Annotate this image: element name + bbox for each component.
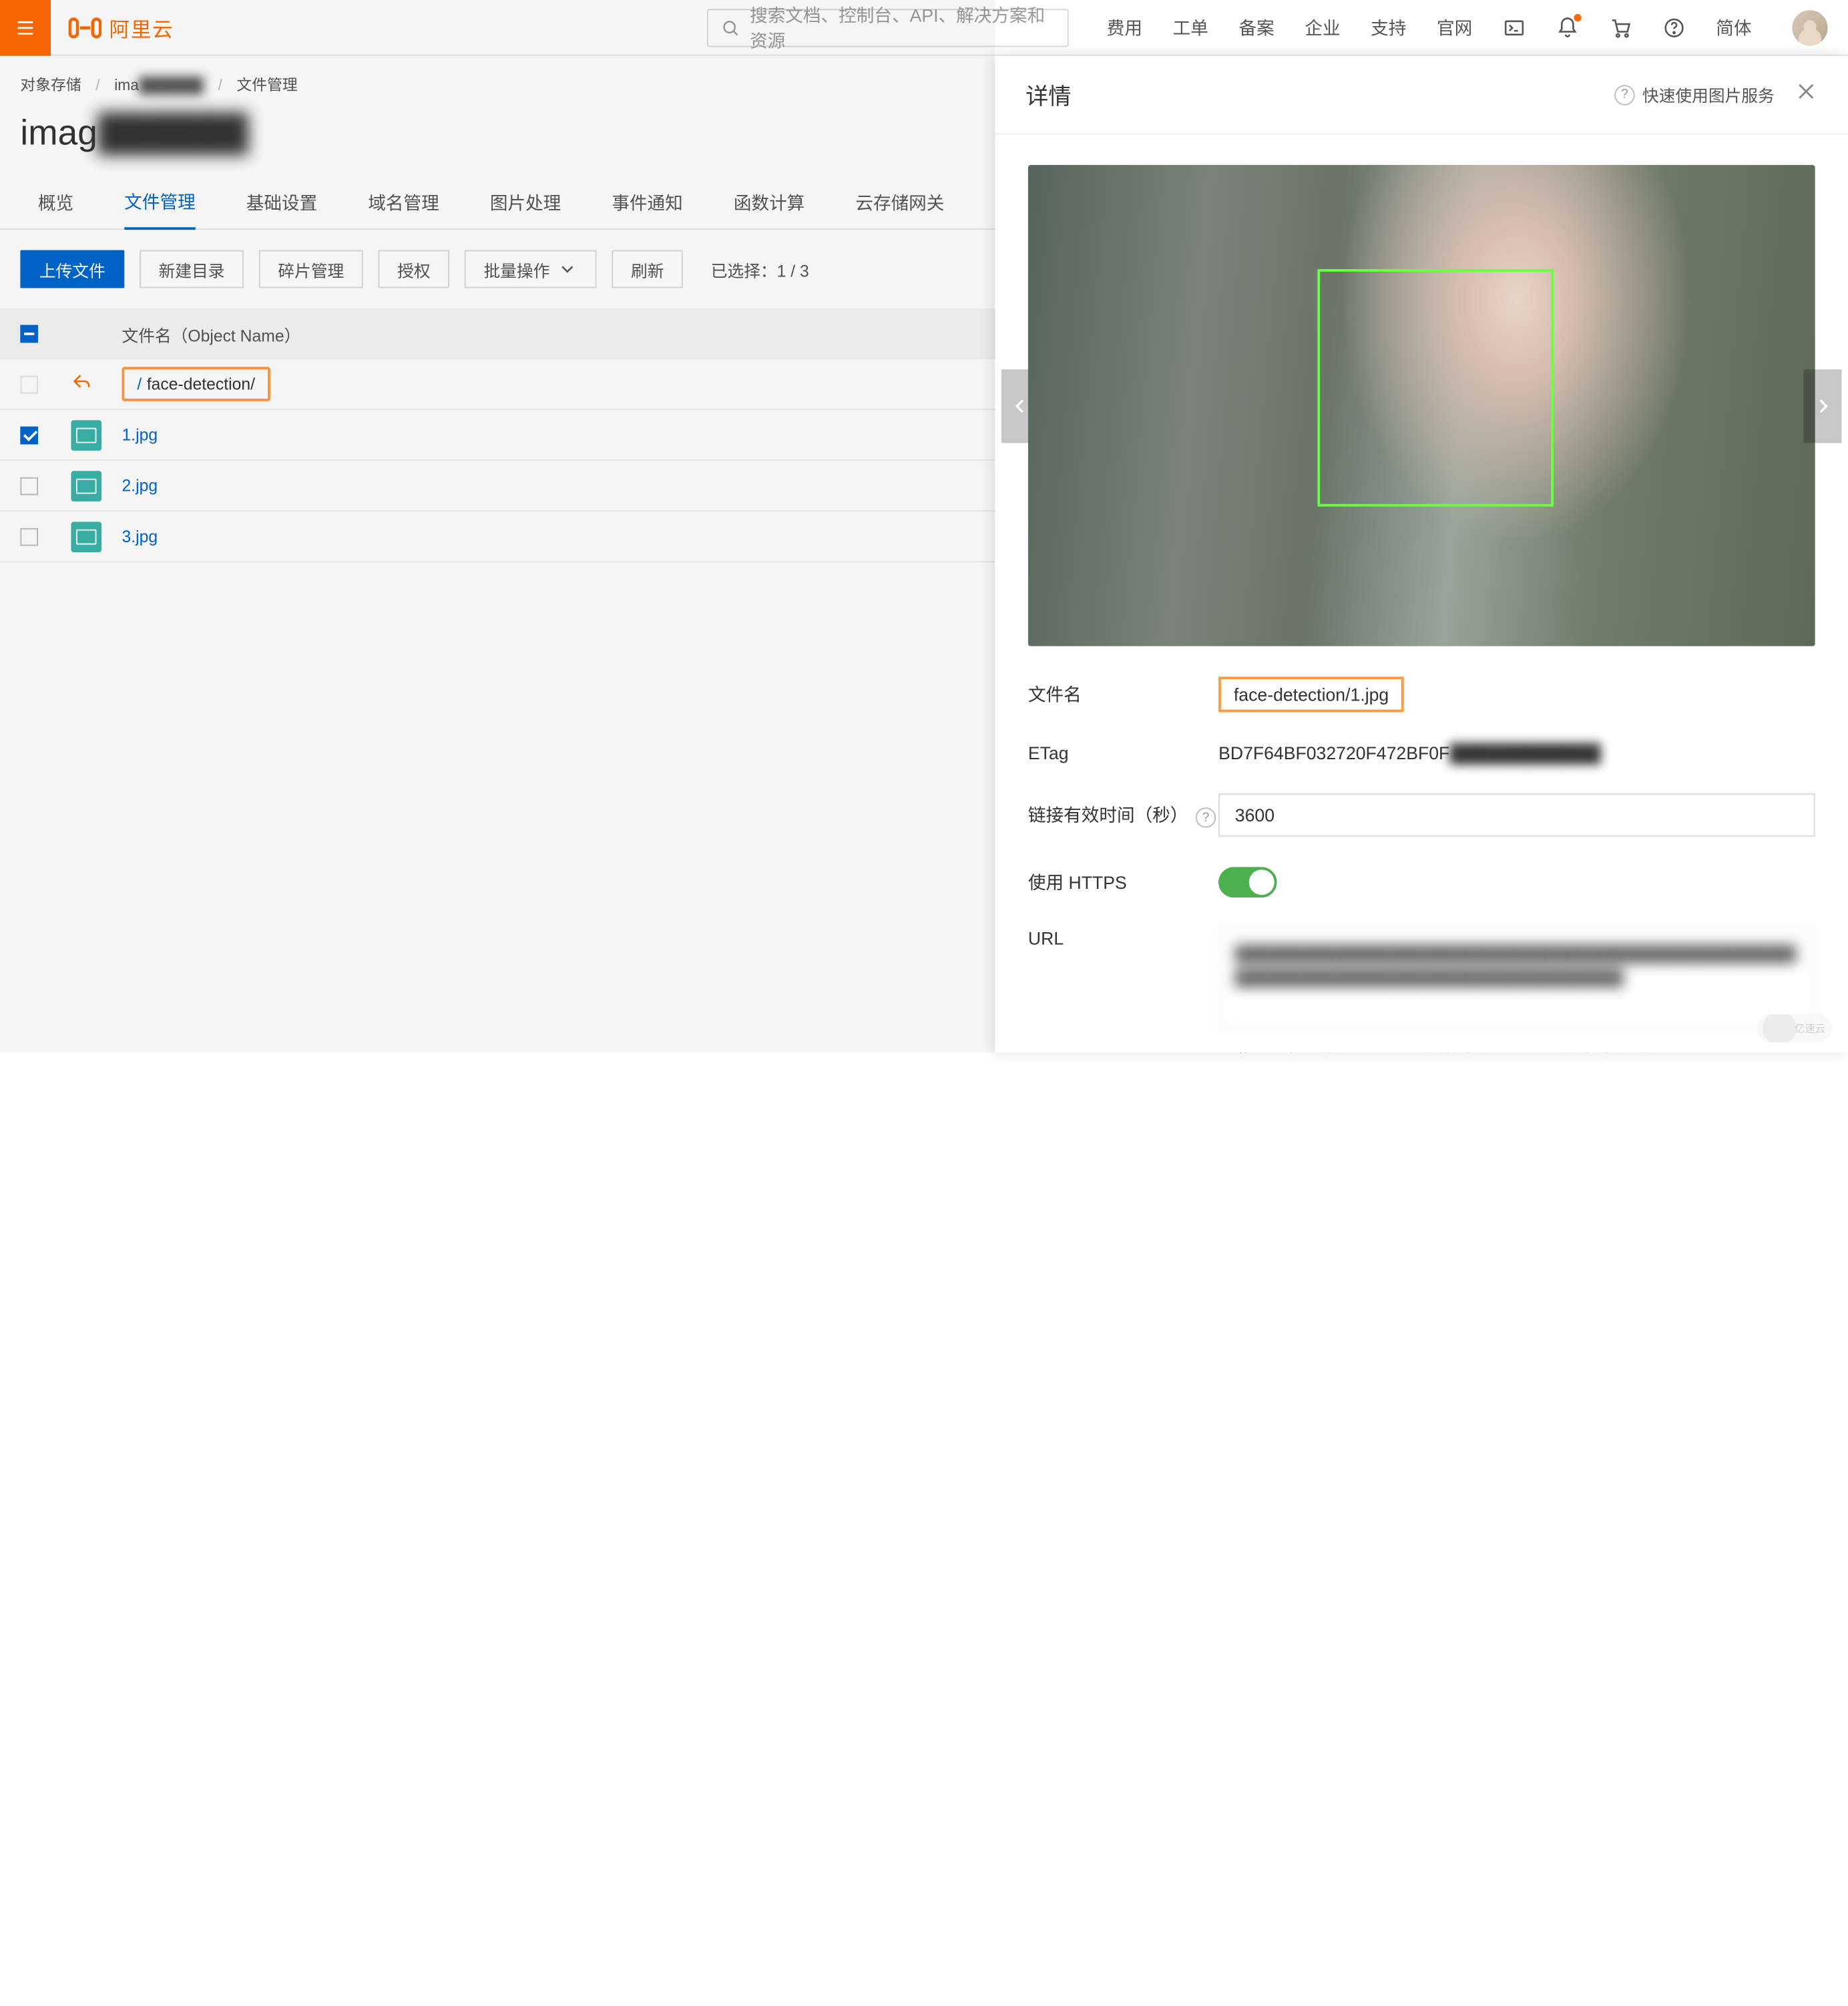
cloudshell-icon[interactable] xyxy=(1503,16,1526,39)
tab-fc[interactable]: 函数计算 xyxy=(734,178,804,228)
search-placeholder: 搜索文档、控制台、API、解决方案和资源 xyxy=(750,2,1055,53)
tab-gateway[interactable]: 云存储网关 xyxy=(855,178,944,228)
ttl-label: 链接有效时间（秒）? xyxy=(1028,802,1218,828)
etag-label: ETag xyxy=(1028,743,1218,763)
crumb-current: 文件管理 xyxy=(236,76,297,94)
image-preview xyxy=(1028,165,1815,646)
batch-label: 批量操作 xyxy=(483,257,549,281)
nav-ticket[interactable]: 工单 xyxy=(1173,15,1208,40)
url-textarea[interactable]: ████████████████████████████████████████… xyxy=(1218,928,1815,1030)
field-etag: ETag BD7F64BF032720F472BF0F████████████ xyxy=(1028,743,1815,763)
preview-wrap xyxy=(1028,165,1815,646)
tab-image[interactable]: 图片处理 xyxy=(490,178,561,228)
crumb-sep: / xyxy=(95,76,99,94)
image-file-icon xyxy=(71,470,101,501)
detail-panel: 详情 ? 快速使用图片服务 xyxy=(995,56,1848,1052)
tab-files[interactable]: 文件管理 xyxy=(124,176,195,230)
tab-settings[interactable]: 基础设置 xyxy=(246,178,317,228)
row-checkbox[interactable] xyxy=(20,528,38,546)
hamburger-menu-button[interactable] xyxy=(0,0,51,55)
help-icon[interactable] xyxy=(1662,16,1685,39)
refresh-button[interactable]: 刷新 xyxy=(612,250,682,288)
top-header: 阿里云 搜索文档、控制台、API、解决方案和资源 费用 工单 备案 企业 支持 … xyxy=(0,0,1848,56)
bell-icon[interactable] xyxy=(1556,16,1579,39)
path-breadcrumb[interactable]: / face-detection/ xyxy=(122,367,270,401)
detail-header: 详情 ? 快速使用图片服务 xyxy=(995,56,1848,135)
face-detection-rect xyxy=(1317,269,1554,507)
close-icon[interactable] xyxy=(1795,79,1817,110)
chevron-down-icon xyxy=(557,259,578,279)
select-all-checkbox[interactable] xyxy=(20,325,38,343)
detail-actions: 下载 打开文件 URL 复制文件 URL 复制文件路径 xyxy=(1218,1047,1815,1052)
nav-support[interactable]: 支持 xyxy=(1371,15,1406,40)
tab-overview[interactable]: 概览 xyxy=(38,178,73,228)
nav-enterprise[interactable]: 企业 xyxy=(1305,15,1340,40)
url-label: URL xyxy=(1028,928,1218,948)
field-url: URL ████████████████████████████████████… xyxy=(1028,928,1815,1030)
logo-text: 阿里云 xyxy=(109,12,174,43)
open-url-link[interactable]: 打开文件 URL xyxy=(1287,1047,1391,1052)
ttl-input[interactable] xyxy=(1218,793,1815,837)
image-file-icon xyxy=(71,521,101,552)
nav-lang[interactable]: 简体 xyxy=(1716,15,1751,40)
image-file-icon xyxy=(71,419,101,450)
selection-info: 已选择：1 / 3 xyxy=(711,257,809,281)
nav-cost[interactable]: 费用 xyxy=(1107,15,1142,40)
upload-button[interactable]: 上传文件 xyxy=(20,250,124,288)
field-ttl: 链接有效时间（秒）? xyxy=(1028,793,1815,837)
filename-value: face-detection/1.jpg xyxy=(1218,676,1404,712)
notification-dot xyxy=(1574,13,1581,21)
logo[interactable]: 阿里云 xyxy=(69,12,174,43)
download-link[interactable]: 下载 xyxy=(1218,1047,1251,1052)
field-filename: 文件名 face-detection/1.jpg xyxy=(1028,676,1815,712)
mkdir-button[interactable]: 新建目录 xyxy=(140,250,244,288)
header-nav: 费用 工单 备案 企业 支持 官网 简体 xyxy=(1107,9,1828,45)
crumb-bucket[interactable]: ima██████ xyxy=(114,76,204,94)
crumb-root[interactable]: 对象存储 xyxy=(20,76,81,94)
search-input[interactable]: 搜索文档、控制台、API、解决方案和资源 xyxy=(707,8,1069,46)
row-checkbox[interactable] xyxy=(20,375,38,393)
https-label: 使用 HTTPS xyxy=(1028,869,1218,895)
tab-domain[interactable]: 域名管理 xyxy=(368,178,439,228)
tab-event[interactable]: 事件通知 xyxy=(612,178,682,228)
https-toggle[interactable] xyxy=(1218,867,1277,897)
crumb-sep: / xyxy=(218,76,222,94)
watermark: 亿速云 xyxy=(1757,1014,1833,1042)
nav-website[interactable]: 官网 xyxy=(1437,15,1472,40)
quick-image-service-link[interactable]: ? 快速使用图片服务 xyxy=(1607,83,1775,107)
field-https: 使用 HTTPS xyxy=(1028,867,1815,897)
question-icon[interactable]: ? xyxy=(1196,808,1216,828)
copy-path-link[interactable]: 复制文件路径 xyxy=(1566,1047,1664,1052)
copy-url-link[interactable]: 复制文件 URL xyxy=(1426,1047,1530,1052)
etag-value: BD7F64BF032720F472BF0F████████████ xyxy=(1218,743,1815,763)
back-icon[interactable] xyxy=(71,372,122,396)
nav-icp[interactable]: 备案 xyxy=(1238,15,1274,40)
next-image-button[interactable] xyxy=(1803,369,1841,442)
detail-title: 详情 xyxy=(1025,78,1071,111)
cart-icon[interactable] xyxy=(1610,16,1632,39)
row-checkbox[interactable] xyxy=(20,477,38,495)
fragments-button[interactable]: 碎片管理 xyxy=(259,250,363,288)
batch-button[interactable]: 批量操作 xyxy=(465,250,597,288)
row-checkbox[interactable] xyxy=(20,426,38,444)
filename-label: 文件名 xyxy=(1028,682,1218,707)
avatar[interactable] xyxy=(1792,9,1827,45)
question-icon: ? xyxy=(1614,84,1634,104)
auth-button[interactable]: 授权 xyxy=(379,250,449,288)
